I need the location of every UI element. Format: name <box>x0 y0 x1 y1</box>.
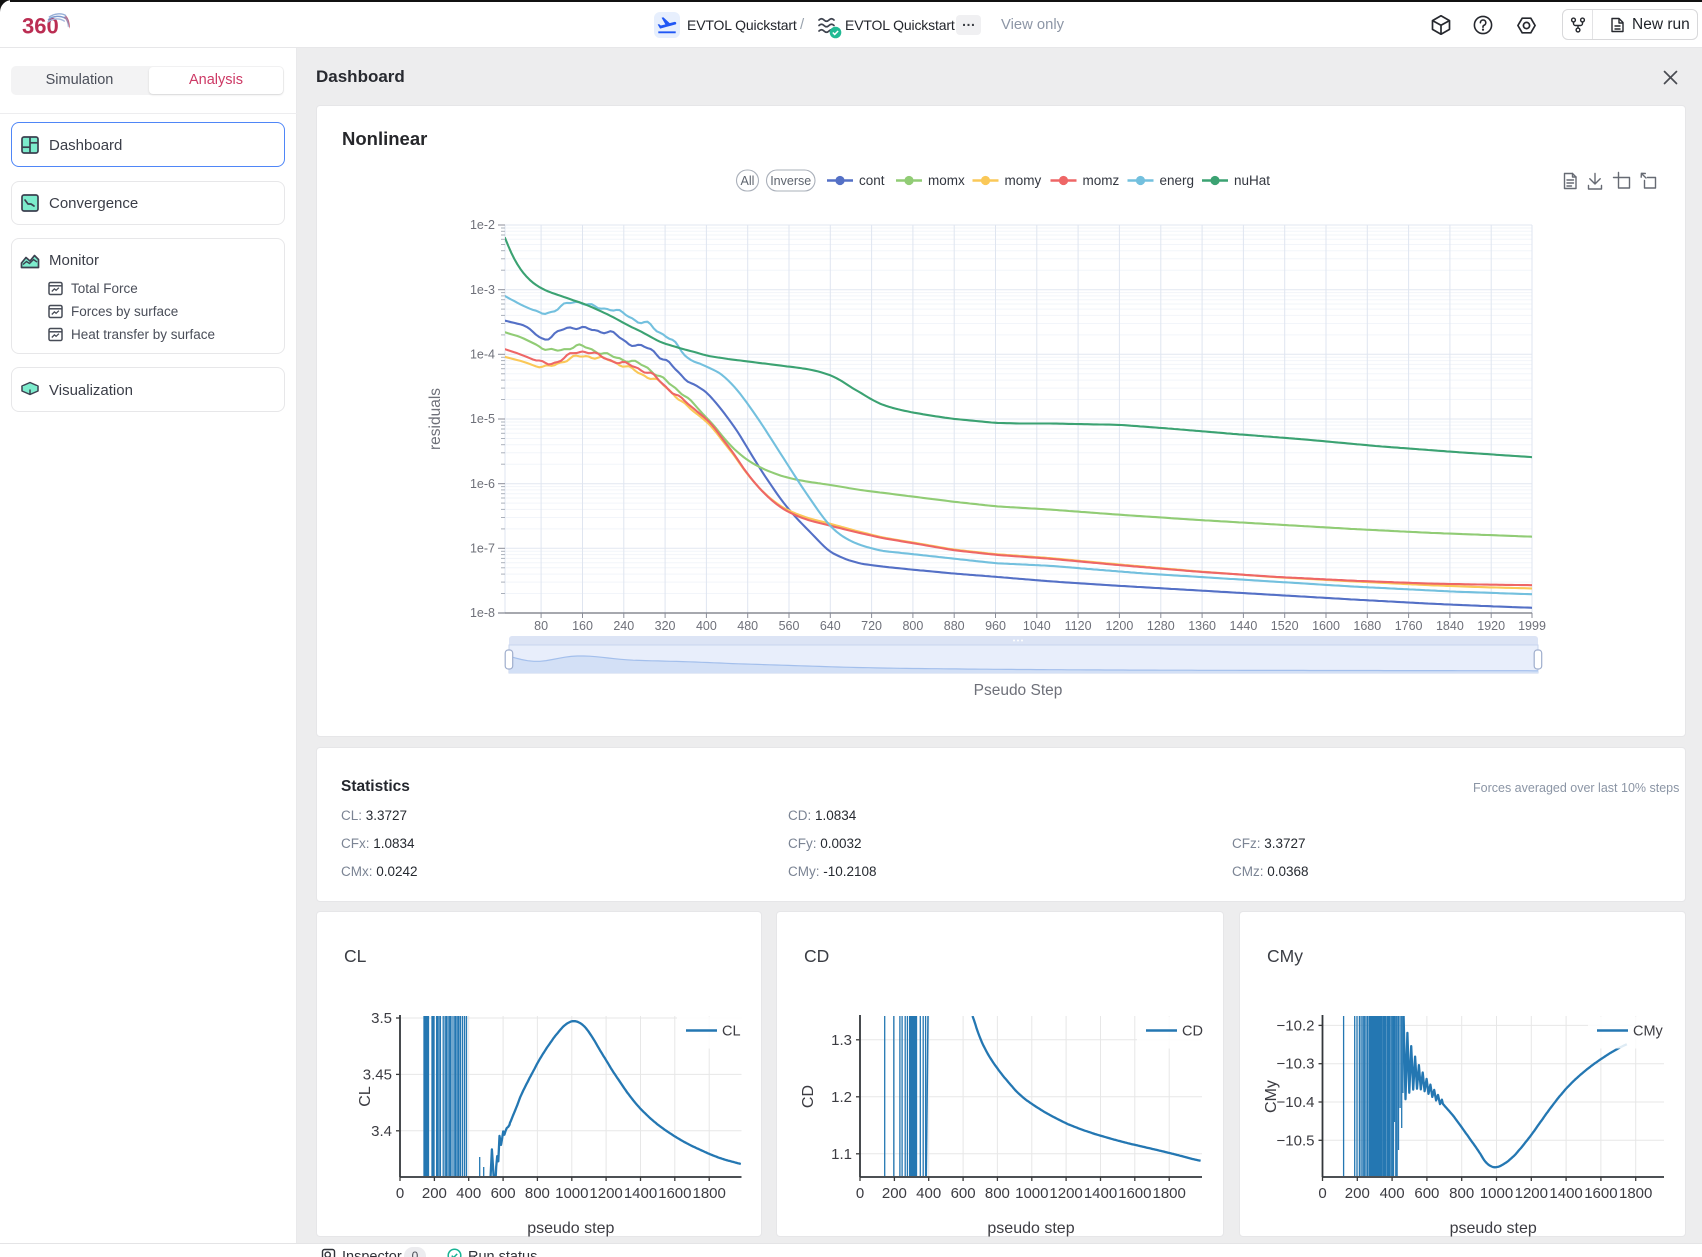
svg-text:200: 200 <box>882 1185 907 1202</box>
svg-text:nuHat: nuHat <box>1234 173 1270 188</box>
svg-text:3.5: 3.5 <box>371 1010 392 1027</box>
svg-text:1440: 1440 <box>1229 619 1257 633</box>
svg-text:1e-6: 1e-6 <box>470 477 495 491</box>
svg-text:−10.5: −10.5 <box>1277 1132 1315 1149</box>
svg-text:1800: 1800 <box>1619 1185 1652 1202</box>
svg-text:560: 560 <box>779 619 800 633</box>
svg-text:1400: 1400 <box>1084 1185 1117 1202</box>
svg-text:960: 960 <box>985 619 1006 633</box>
svg-text:1120: 1120 <box>1065 619 1092 633</box>
svg-text:1e-3: 1e-3 <box>470 283 495 297</box>
svg-text:pseudo step: pseudo step <box>1450 1220 1537 1237</box>
svg-text:1600: 1600 <box>658 1185 691 1202</box>
svg-text:240: 240 <box>613 619 634 633</box>
svg-text:160: 160 <box>572 619 593 633</box>
svg-text:Inverse: Inverse <box>770 174 811 188</box>
svg-text:1600: 1600 <box>1584 1185 1617 1202</box>
svg-text:1e-7: 1e-7 <box>470 542 495 556</box>
svg-text:3.45: 3.45 <box>363 1066 392 1083</box>
svg-text:Pseudo Step: Pseudo Step <box>974 682 1063 699</box>
svg-text:0: 0 <box>856 1185 864 1202</box>
svg-text:1.3: 1.3 <box>831 1032 852 1049</box>
svg-text:400: 400 <box>696 619 717 633</box>
svg-text:0: 0 <box>396 1185 404 1202</box>
svg-text:CMy: CMy <box>1263 1080 1280 1113</box>
svg-text:80: 80 <box>534 619 548 633</box>
svg-text:1200: 1200 <box>589 1185 622 1202</box>
svg-text:1.2: 1.2 <box>831 1089 852 1106</box>
svg-text:residuals: residuals <box>427 388 444 450</box>
svg-text:1800: 1800 <box>1153 1185 1186 1202</box>
svg-text:1760: 1760 <box>1395 619 1423 633</box>
svg-text:800: 800 <box>902 619 923 633</box>
svg-text:1999: 1999 <box>1518 619 1546 633</box>
svg-text:energ: energ <box>1160 173 1195 188</box>
svg-text:600: 600 <box>491 1185 516 1202</box>
svg-text:400: 400 <box>1380 1185 1405 1202</box>
svg-text:800: 800 <box>985 1185 1010 1202</box>
svg-text:−10.4: −10.4 <box>1277 1094 1315 1111</box>
svg-text:480: 480 <box>737 619 758 633</box>
svg-text:1840: 1840 <box>1436 619 1464 633</box>
svg-text:−10.3: −10.3 <box>1277 1056 1315 1073</box>
svg-text:1000: 1000 <box>1015 1185 1048 1202</box>
svg-text:1920: 1920 <box>1477 619 1505 633</box>
svg-text:1600: 1600 <box>1312 619 1340 633</box>
svg-text:All: All <box>741 174 755 188</box>
svg-text:600: 600 <box>1414 1185 1439 1202</box>
svg-text:1200: 1200 <box>1105 619 1133 633</box>
svg-text:pseudo step: pseudo step <box>987 1220 1074 1237</box>
svg-text:0: 0 <box>1318 1185 1326 1202</box>
svg-text:800: 800 <box>525 1185 550 1202</box>
svg-text:1e-5: 1e-5 <box>470 412 495 426</box>
svg-text:1000: 1000 <box>555 1185 588 1202</box>
svg-text:1200: 1200 <box>1049 1185 1082 1202</box>
svg-text:1000: 1000 <box>1480 1185 1513 1202</box>
svg-text:880: 880 <box>944 619 965 633</box>
svg-text:1.1: 1.1 <box>831 1146 852 1163</box>
svg-text:cont: cont <box>859 173 885 188</box>
svg-text:320: 320 <box>655 619 676 633</box>
svg-text:600: 600 <box>951 1185 976 1202</box>
svg-text:1680: 1680 <box>1353 619 1381 633</box>
svg-text:3.4: 3.4 <box>371 1123 392 1140</box>
svg-text:1360: 1360 <box>1188 619 1216 633</box>
svg-text:momz: momz <box>1083 173 1120 188</box>
svg-text:CL: CL <box>357 1086 374 1107</box>
svg-text:800: 800 <box>1449 1185 1474 1202</box>
svg-text:1e-4: 1e-4 <box>470 348 495 362</box>
svg-text:momy: momy <box>1005 173 1042 188</box>
svg-text:CD: CD <box>1182 1024 1203 1040</box>
svg-text:200: 200 <box>1345 1185 1370 1202</box>
svg-text:1e-8: 1e-8 <box>470 606 495 620</box>
svg-text:720: 720 <box>861 619 882 633</box>
svg-text:1600: 1600 <box>1118 1185 1151 1202</box>
svg-text:1280: 1280 <box>1147 619 1175 633</box>
svg-text:640: 640 <box>820 619 841 633</box>
svg-text:−10.2: −10.2 <box>1277 1017 1315 1034</box>
svg-text:1400: 1400 <box>1549 1185 1582 1202</box>
svg-text:400: 400 <box>456 1185 481 1202</box>
svg-text:CD: CD <box>800 1085 817 1108</box>
svg-text:1200: 1200 <box>1515 1185 1548 1202</box>
svg-text:pseudo step: pseudo step <box>527 1220 614 1237</box>
svg-text:1e-2: 1e-2 <box>470 218 495 232</box>
svg-text:1400: 1400 <box>624 1185 657 1202</box>
svg-text:200: 200 <box>422 1185 447 1202</box>
svg-text:momx: momx <box>928 173 965 188</box>
svg-text:400: 400 <box>916 1185 941 1202</box>
svg-text:1520: 1520 <box>1271 619 1299 633</box>
svg-text:CMy: CMy <box>1633 1024 1664 1040</box>
svg-text:1040: 1040 <box>1023 619 1051 633</box>
svg-text:CL: CL <box>722 1024 741 1040</box>
svg-text:1800: 1800 <box>693 1185 726 1202</box>
